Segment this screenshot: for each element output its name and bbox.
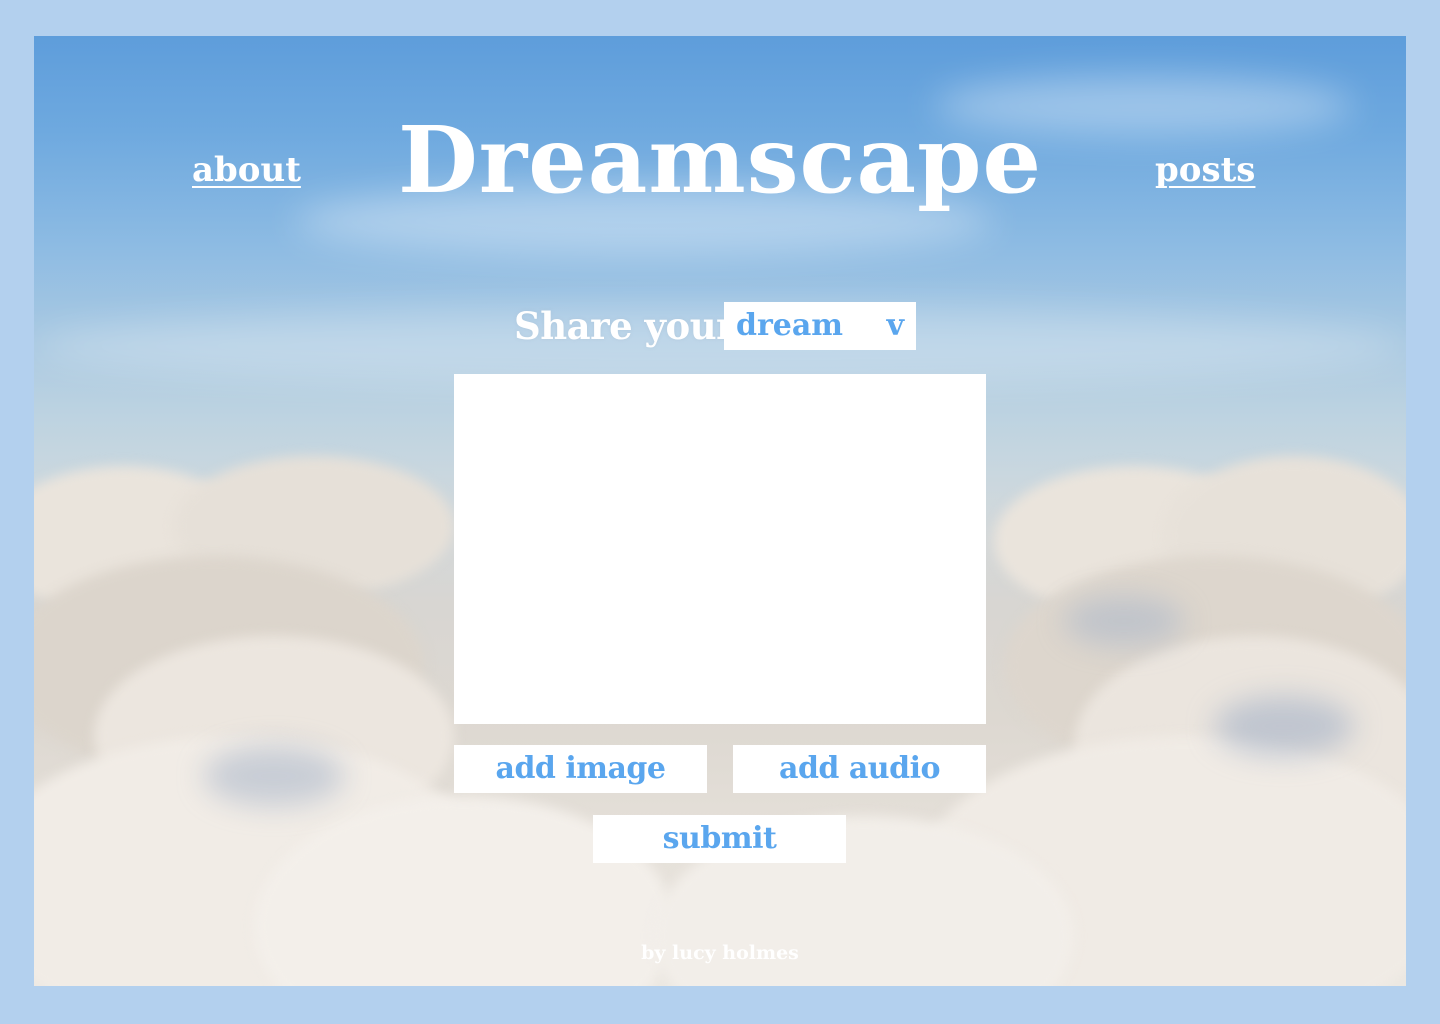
post-type-value: dream	[736, 308, 844, 343]
chevron-down-icon: v	[886, 308, 904, 343]
dream-text-input[interactable]	[454, 374, 986, 724]
add-audio-button[interactable]: add audio	[733, 745, 986, 793]
post-type-select[interactable]: dream v	[724, 302, 916, 350]
cloud-shadow	[204, 746, 344, 806]
share-label: Share your	[514, 304, 736, 348]
site-title: Dreamscape	[397, 106, 1043, 214]
cloud-shadow	[1214, 696, 1354, 756]
add-image-button[interactable]: add image	[454, 745, 707, 793]
footer-credit: by lucy holmes	[641, 942, 799, 964]
cloud-shadow	[1064, 596, 1184, 646]
submit-button[interactable]: submit	[593, 815, 846, 863]
